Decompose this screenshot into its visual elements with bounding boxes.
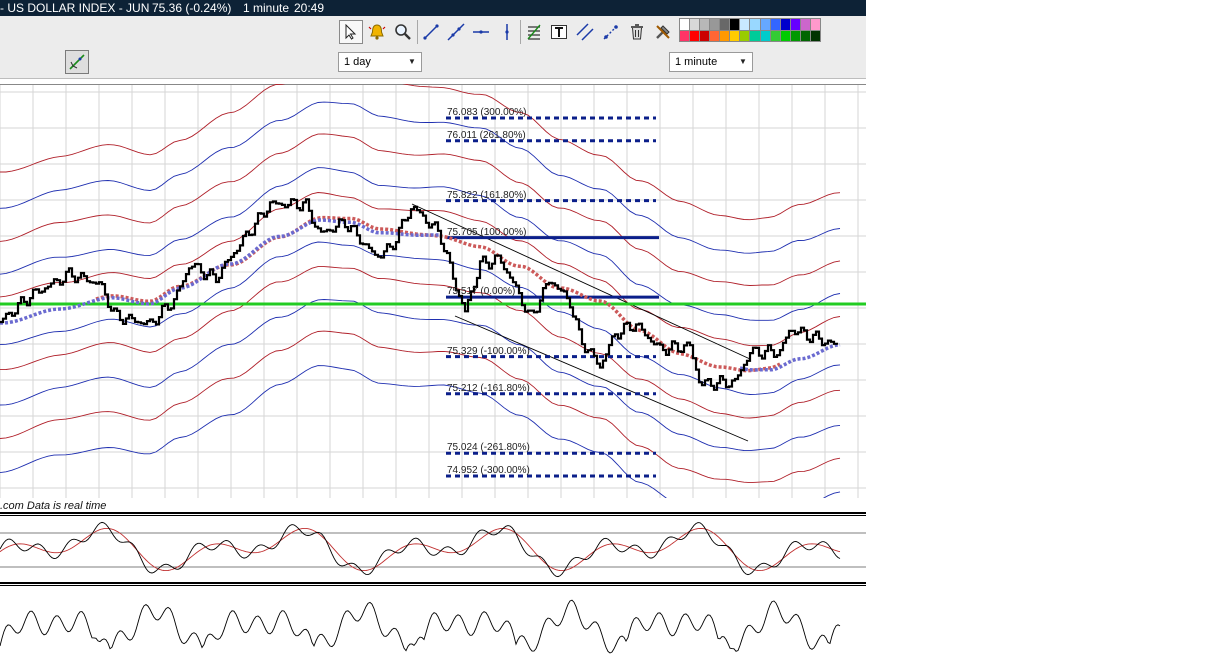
oscillator-signal-line (0, 527, 841, 572)
panel-divider (0, 585, 866, 586)
delete-icon[interactable] (625, 20, 649, 44)
period-value: 1 day (344, 56, 371, 68)
trend-line-icon[interactable] (444, 20, 468, 44)
palette-swatch[interactable] (790, 19, 800, 30)
fib-level-label: 75.329 (-100.00%) (447, 345, 530, 357)
palette-swatch[interactable] (730, 30, 740, 41)
panel-divider (0, 582, 866, 584)
line-segment-icon[interactable] (419, 20, 443, 44)
palette-swatch[interactable] (800, 19, 810, 30)
trading-app-window: - US DOLLAR INDEX - JUN 75.36 (-0.24%) 1… (0, 0, 866, 658)
palette-swatch[interactable] (720, 19, 730, 30)
oscillator-line (0, 521, 841, 578)
color-palette[interactable] (679, 18, 821, 42)
palette-swatch[interactable] (690, 30, 700, 41)
palette-swatch[interactable] (690, 19, 700, 30)
fib-level-label: 75.822 (161.80%) (447, 189, 527, 201)
period-select[interactable]: 1 day ▼ (338, 52, 422, 72)
vertical-line-icon[interactable] (495, 20, 519, 44)
palette-swatch[interactable] (760, 30, 770, 41)
cursor-icon[interactable] (339, 20, 363, 44)
palette-swatch[interactable] (810, 19, 820, 30)
interval-title: 1 minute (243, 1, 290, 15)
palette-swatch[interactable] (810, 30, 820, 41)
stochastic-oscillator-panel[interactable] (0, 517, 866, 581)
palette-swatch[interactable] (760, 19, 770, 30)
price-line (0, 198, 839, 391)
settings-tools-icon[interactable] (651, 20, 675, 44)
palette-swatch[interactable] (740, 19, 750, 30)
palette-swatch[interactable] (770, 19, 780, 30)
parallel-channel-icon[interactable] (573, 20, 597, 44)
title-bar: - US DOLLAR INDEX - JUN 75.36 (-0.24%) 1… (0, 0, 866, 16)
palette-swatch[interactable] (800, 30, 810, 41)
chevron-down-icon[interactable]: ▼ (405, 55, 419, 69)
interval-select[interactable]: 1 minute ▼ (669, 52, 753, 72)
palette-swatch[interactable] (740, 30, 750, 41)
instrument-title: - US DOLLAR INDEX - JUN (0, 1, 150, 15)
chevron-down-icon[interactable]: ▼ (736, 55, 750, 69)
envelope-band-line (0, 84, 841, 221)
palette-swatch[interactable] (710, 19, 720, 30)
palette-swatch[interactable] (750, 19, 760, 30)
text-icon[interactable] (547, 20, 571, 44)
palette-swatch[interactable] (750, 30, 760, 41)
palette-swatch[interactable] (730, 19, 740, 30)
price-chart[interactable] (0, 84, 866, 498)
palette-swatch[interactable] (780, 19, 790, 30)
fib-level-label: 75.705 (100.00%) (447, 226, 527, 238)
data-status-text: .com Data is real time (0, 500, 107, 512)
palette-swatch[interactable] (680, 19, 690, 30)
projection-icon[interactable] (599, 20, 623, 44)
fib-level-label: 76.083 (300.00%) (447, 107, 527, 118)
fibonacci-icon[interactable] (522, 20, 546, 44)
palette-swatch[interactable] (700, 19, 710, 30)
fib-level-label: 75.212 (-161.80%) (447, 382, 530, 394)
palette-swatch[interactable] (710, 30, 720, 41)
alert-bell-icon[interactable] (365, 20, 389, 44)
envelope-band-line (0, 101, 841, 254)
fib-level-label: 75.024 (-261.80%) (447, 442, 530, 454)
palette-swatch[interactable] (700, 30, 710, 41)
pencil-line-icon[interactable] (65, 50, 89, 74)
palette-swatch[interactable] (790, 30, 800, 41)
horizontal-line-icon[interactable] (469, 20, 493, 44)
palette-swatch[interactable] (720, 30, 730, 41)
channel-line-lower (454, 315, 749, 442)
volume-oscillator-panel[interactable] (0, 588, 866, 658)
fib-level-label: 76.011 (261.80%) (447, 129, 526, 141)
interval-value: 1 minute (675, 56, 718, 68)
palette-swatch[interactable] (680, 30, 690, 41)
oscillator-line (0, 599, 841, 654)
quote-value: 75.36 (-0.24%) (152, 1, 232, 15)
panel-divider (0, 512, 866, 514)
palette-swatch[interactable] (780, 30, 790, 41)
fib-level-label: 75.517 (0.00%) (447, 286, 516, 298)
zoom-icon[interactable] (391, 20, 415, 44)
clock-time: 20:49 (294, 1, 325, 15)
fib-level-label: 74.952 (-300.00%) (447, 465, 530, 476)
panel-divider (0, 515, 866, 516)
envelope-band-line (0, 330, 841, 484)
palette-swatch[interactable] (770, 30, 780, 41)
